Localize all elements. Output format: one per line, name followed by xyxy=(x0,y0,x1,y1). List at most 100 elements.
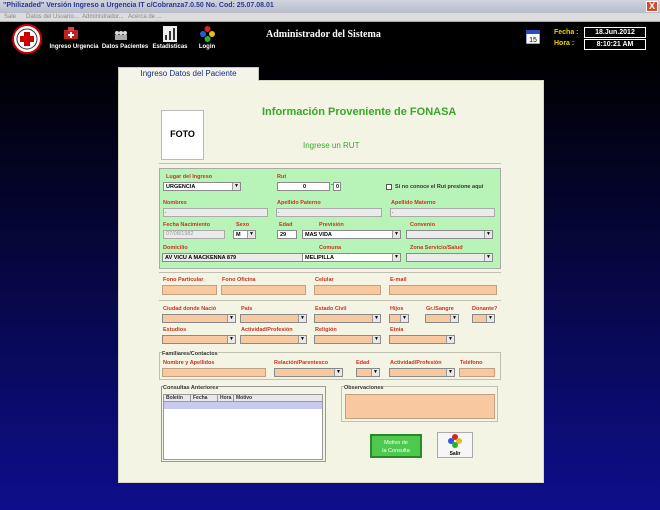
celular-input[interactable] xyxy=(314,285,381,295)
chevron-down-icon: ▼ xyxy=(227,315,235,322)
col-boletin: Boletín xyxy=(164,395,191,402)
prevision-label: Previsión xyxy=(319,222,344,228)
familiar-nombre-input[interactable] xyxy=(162,368,266,377)
hijos-select[interactable]: ▼ xyxy=(389,314,409,323)
chevron-down-icon: ▼ xyxy=(372,336,380,343)
lugar-value: URGENCIA xyxy=(166,184,196,190)
pais-select[interactable]: ▼ xyxy=(240,314,307,323)
ap-paterno-input[interactable]: . xyxy=(276,208,382,217)
estadisticas-icon[interactable] xyxy=(163,26,177,44)
familiar-actividad-select[interactable]: ▼ xyxy=(389,368,455,377)
tab-ingreso-datos[interactable]: Ingreso Datos del Paciente xyxy=(118,67,259,81)
window-title: "Philizaded" Versión Ingreso a Urgencia … xyxy=(3,2,274,9)
chevron-down-icon: ▼ xyxy=(227,336,235,343)
divider xyxy=(159,272,501,273)
salir-icon xyxy=(448,434,462,450)
chevron-down-icon: ▼ xyxy=(247,231,255,238)
datos-pacientes-icon[interactable] xyxy=(114,30,128,42)
fono-of-label: Fono Oficina xyxy=(222,277,256,283)
comuna-select[interactable]: MELIPILLA ▼ xyxy=(302,253,401,262)
convenio-label: Convenio xyxy=(410,222,436,228)
patient-photo: FOTO xyxy=(161,110,204,160)
sexo-select[interactable]: M ▼ xyxy=(233,230,256,239)
actividad-label: Actividad/Profesión xyxy=(241,327,293,333)
rut-prompt: Ingrese un RUT xyxy=(303,141,360,150)
fecha-nac-input[interactable]: 07/08/1982 xyxy=(163,230,225,239)
menu-sale[interactable]: Sale xyxy=(4,14,16,20)
edad-input[interactable]: 29 xyxy=(277,230,297,239)
donante-select[interactable]: ▼ xyxy=(472,314,495,323)
fono-part-label: Fono Particular xyxy=(163,277,204,283)
prevision-select[interactable]: MAS VIDA ▼ xyxy=(302,230,401,239)
calendar-icon: 15 xyxy=(525,29,541,46)
rut-dv-input[interactable]: 0 xyxy=(333,182,341,191)
domicilio-input[interactable]: AV VICU A MACKENNA 879 xyxy=(162,253,304,262)
chevron-down-icon: ▼ xyxy=(232,183,240,190)
menu-administrador[interactable]: Administrador... xyxy=(82,14,124,20)
col-motivo: Motivo xyxy=(236,395,253,401)
hijos-label: Hijos xyxy=(390,306,404,312)
estudios-select[interactable]: ▼ xyxy=(162,335,236,344)
ap-paterno-label: Apellido Paterno xyxy=(277,200,321,206)
close-button[interactable]: X xyxy=(646,1,658,12)
menu-acerca[interactable]: Acerca de ... xyxy=(128,14,162,20)
gr-sangre-select[interactable]: ▼ xyxy=(425,314,459,323)
actividad-select[interactable]: ▼ xyxy=(240,335,307,344)
zona-select[interactable]: ▼ xyxy=(406,253,493,262)
lugar-label: Lugar del Ingreso xyxy=(166,174,213,180)
toolbar-datos-pacientes[interactable]: Datos Pacientes xyxy=(100,44,150,50)
estudios-label: Estudios xyxy=(163,327,187,333)
ciudad-select[interactable]: ▼ xyxy=(162,314,236,323)
ap-materno-label: Apellido Materno xyxy=(391,200,436,206)
familiar-edad-select[interactable]: ▼ xyxy=(356,368,380,377)
nombres-input[interactable]: . xyxy=(163,208,268,217)
hora-label: Hora : xyxy=(554,40,575,47)
login-icon[interactable] xyxy=(200,26,215,44)
table-row[interactable] xyxy=(164,402,322,409)
consultas-table[interactable]: Boletín Fecha Hora Motivo xyxy=(163,394,323,460)
prevision-value: MAS VIDA xyxy=(305,232,332,238)
ciudad-label: Ciudad donde Nació xyxy=(163,306,217,312)
relacion-select[interactable]: ▼ xyxy=(274,368,343,377)
fecha-value: 18.Jun.2012 xyxy=(584,27,646,38)
toolbar-login[interactable]: Login xyxy=(194,44,220,50)
observaciones-input[interactable] xyxy=(345,394,495,419)
fono-of-input[interactable] xyxy=(221,285,306,295)
rut-input[interactable]: 0 xyxy=(277,182,330,191)
convenio-select[interactable]: ▼ xyxy=(406,230,493,239)
email-input[interactable] xyxy=(389,285,497,295)
nombre-ap-label: Nombre y Apellidos xyxy=(163,360,215,366)
chevron-down-icon: ▼ xyxy=(298,315,306,322)
lugar-select[interactable]: URGENCIA ▼ xyxy=(163,182,241,191)
hora-value: 8:10:21 AM xyxy=(584,39,646,50)
familiar-edad-label: Edad xyxy=(356,360,370,366)
estado-civil-select[interactable]: ▼ xyxy=(314,314,381,323)
menu-datos-usuario[interactable]: Datos del Usuario... xyxy=(26,14,79,20)
telefono-input[interactable] xyxy=(459,368,495,377)
consultas-label: Consultas Anteriores xyxy=(163,385,219,391)
observaciones-label: Observaciones xyxy=(344,385,384,391)
rut-label: Rut xyxy=(277,174,287,180)
toolbar-estadisticas[interactable]: Estadisticas xyxy=(150,44,190,50)
sexo-label: Sexo xyxy=(236,222,250,228)
no-rut-label: Si no conoce el Rut presione aquí xyxy=(395,184,484,190)
religion-select[interactable]: ▼ xyxy=(314,335,381,344)
system-title: Administrador del Sistema xyxy=(266,29,381,40)
motivo-line2: la Consulta xyxy=(382,448,410,454)
ingreso-urgencia-icon[interactable] xyxy=(64,27,78,42)
no-rut-checkbox[interactable] xyxy=(386,184,392,190)
fecha-nac-label: Fecha Nacimiento xyxy=(163,222,211,228)
estado-civil-label: Estado Civil xyxy=(315,306,347,312)
comuna-value: MELIPILLA xyxy=(305,255,335,261)
chevron-down-icon: ▼ xyxy=(392,231,400,238)
etnia-select[interactable]: ▼ xyxy=(389,335,455,344)
chevron-down-icon: ▼ xyxy=(334,369,342,376)
chevron-down-icon: ▼ xyxy=(371,369,379,376)
ap-materno-input[interactable]: . xyxy=(390,208,495,217)
relacion-label: Relación/Parentesco xyxy=(274,360,329,366)
fono-part-input[interactable] xyxy=(162,285,217,295)
chevron-down-icon: ▼ xyxy=(400,315,408,322)
toolbar-ingreso-urgencia[interactable]: Ingreso Urgencia xyxy=(48,44,100,50)
gr-sangre-label: Gr./Sangre xyxy=(426,306,454,312)
motivo-consulta-button[interactable]: Motivo de la Consulta xyxy=(370,434,422,458)
